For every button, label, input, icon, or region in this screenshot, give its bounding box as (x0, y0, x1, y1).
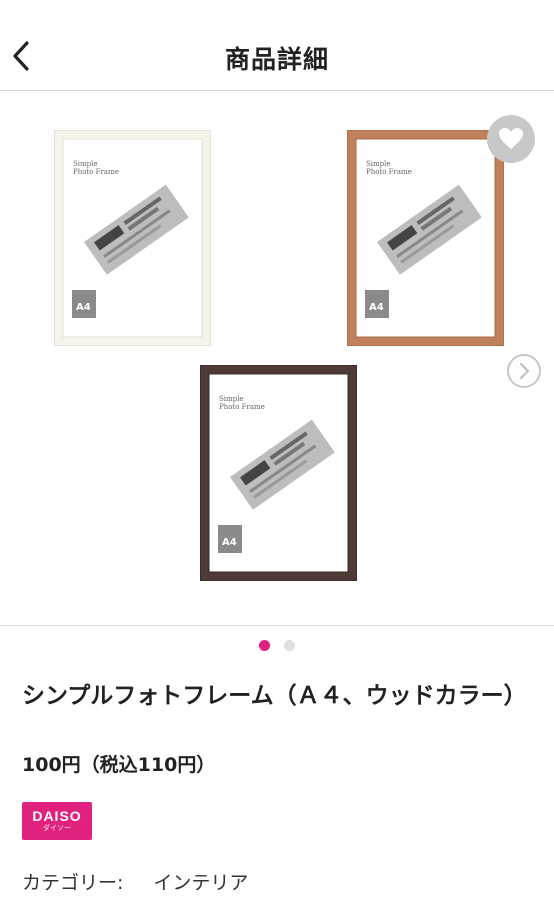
carousel-dot[interactable] (259, 640, 270, 651)
page-title: 商品詳細 (224, 45, 329, 74)
brand-logo-subtext: ダイソー (43, 824, 71, 832)
product-image-gallery[interactable]: Simple Photo Frame A4 Simple Photo Frame… (0, 92, 554, 625)
svg-text:A4: A4 (76, 302, 91, 313)
carousel-dot[interactable] (284, 640, 295, 651)
carousel-pagination (0, 640, 554, 651)
next-image-button[interactable] (507, 354, 541, 388)
heart-icon (499, 128, 523, 149)
product-price: 100円（税込110円） (22, 754, 216, 776)
gallery-divider (0, 625, 554, 626)
svg-text:Photo Frame: Photo Frame (219, 403, 265, 411)
svg-text:Simple: Simple (73, 160, 98, 168)
svg-text:Simple: Simple (366, 160, 391, 168)
category-row: カテゴリー: インテリア (22, 868, 248, 895)
category-label: カテゴリー: (22, 872, 124, 894)
product-name: シンプルフォトフレーム（Ａ４、ウッドカラー） (22, 683, 527, 709)
svg-text:A4: A4 (222, 537, 237, 548)
product-image-frame-wood: Simple Photo Frame A4 (347, 130, 504, 346)
brand-logo-text: DAISO (32, 808, 82, 824)
category-value[interactable]: インテリア (153, 872, 248, 894)
svg-text:A4: A4 (369, 302, 384, 313)
favorite-button[interactable] (487, 115, 535, 163)
chevron-right-icon (519, 362, 530, 380)
svg-text:Simple: Simple (219, 395, 244, 403)
header-bar: 商品詳細 (0, 0, 554, 91)
svg-text:Photo Frame: Photo Frame (366, 168, 412, 176)
svg-text:Photo Frame: Photo Frame (73, 168, 119, 176)
brand-logo: DAISO ダイソー (22, 802, 92, 840)
product-image-frame-dark-brown: Simple Photo Frame A4 (200, 365, 357, 581)
product-image-frame-white: Simple Photo Frame A4 (54, 130, 211, 346)
